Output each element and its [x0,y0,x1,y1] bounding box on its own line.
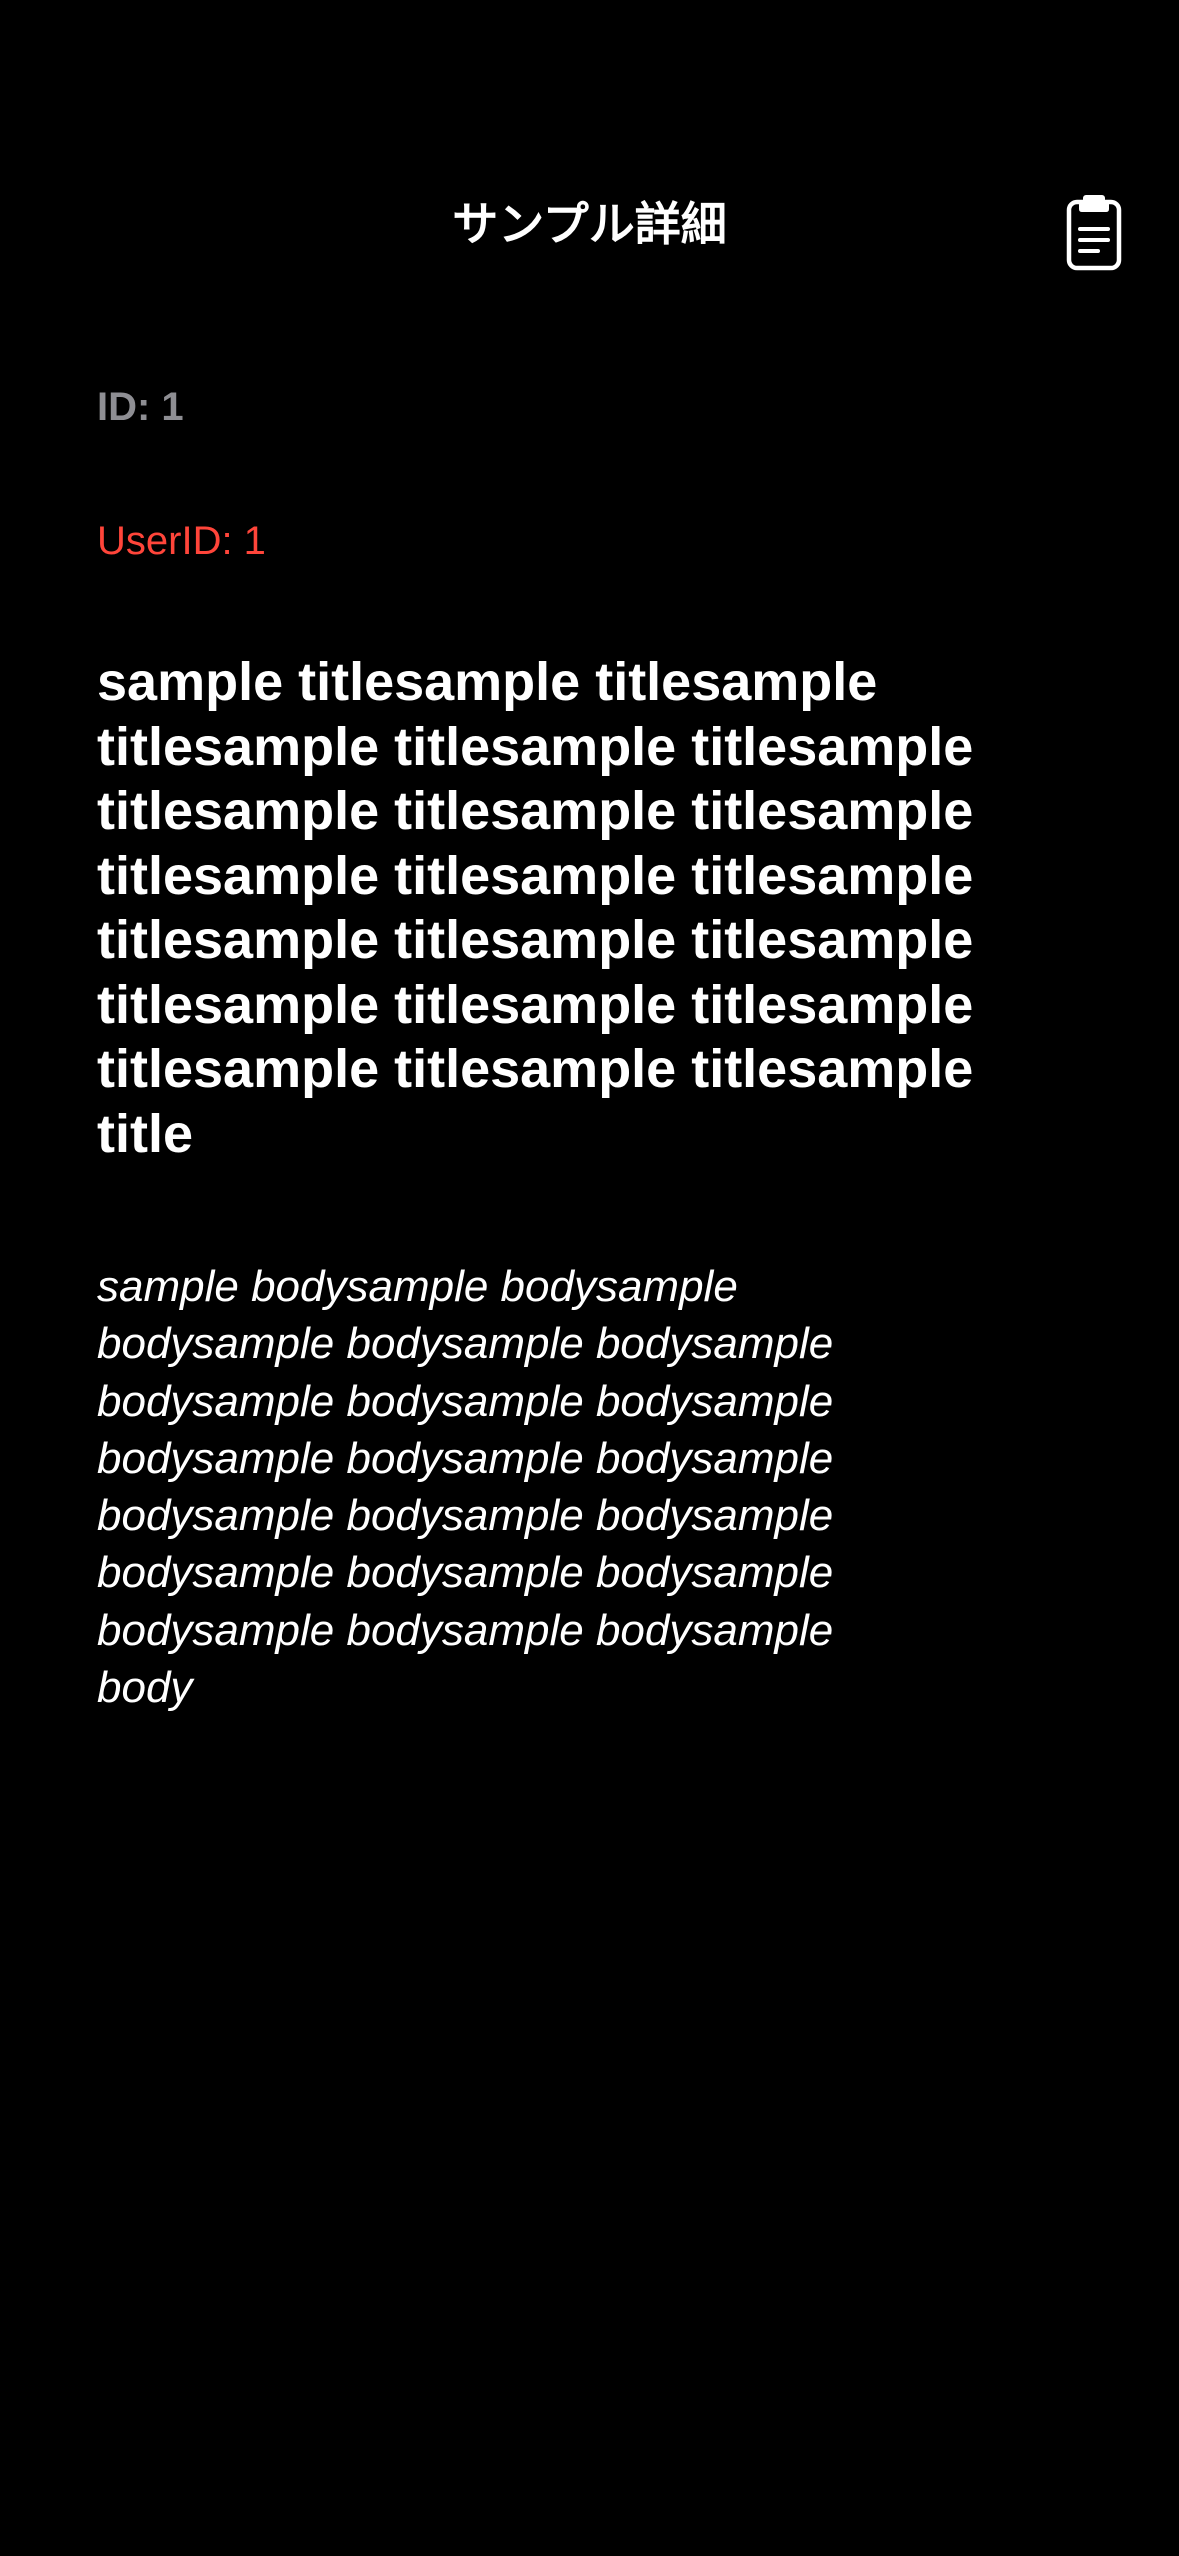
user-id-label: UserID: 1 [97,519,266,563]
post-title: sample titlesample titlesample titlesamp… [97,652,974,1164]
post-detail-content: ID: 1 UserID: 1 sample titlesample title… [97,380,1057,1716]
page-title: サンプル詳細 [452,197,727,251]
copy-clipboard-button[interactable] [1056,190,1132,274]
post-detail-screen: サンプル詳細 ID: 1 UserID: 1 sample titlesampl… [0,0,1179,2556]
post-id-label: ID: 1 [97,385,184,429]
navigation-bar: サンプル詳細 [0,170,1179,280]
post-body: sample bodysample bodysample bodysample … [97,1262,834,1713]
clipboard-icon [1066,195,1122,271]
